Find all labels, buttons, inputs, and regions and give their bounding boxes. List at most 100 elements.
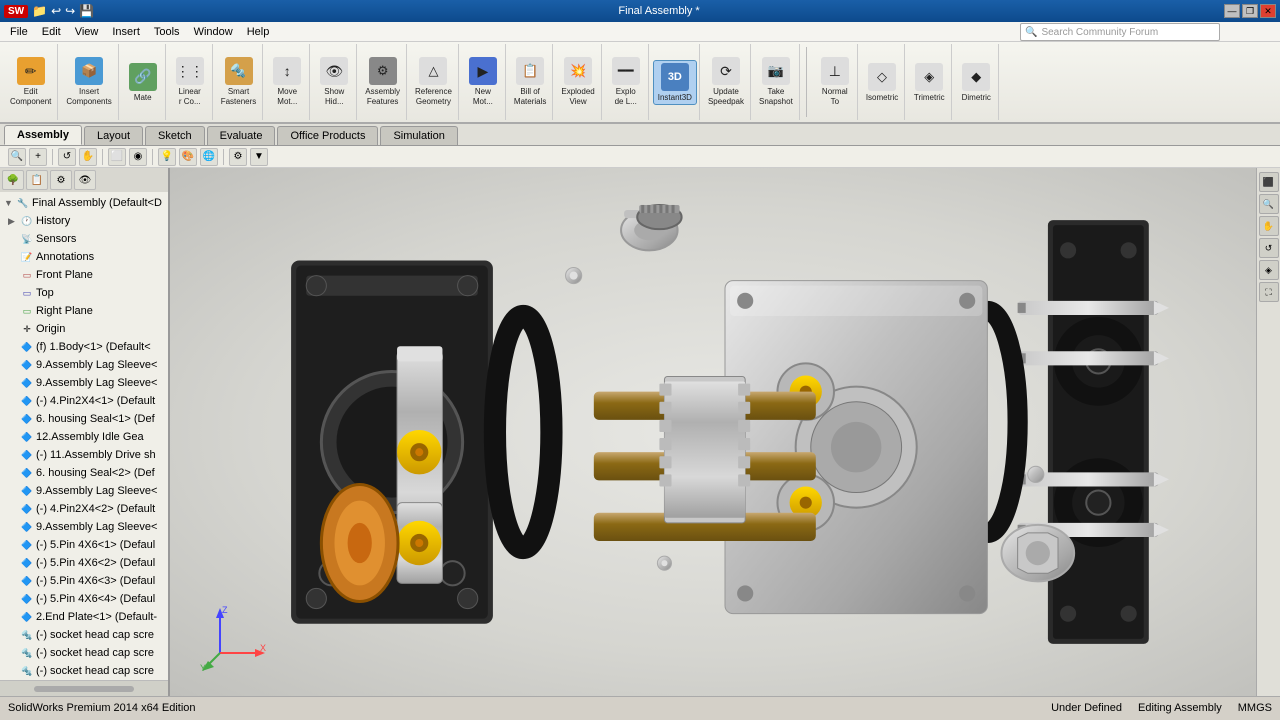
viewport[interactable]: Z X Y ⬛ 🔍 ✋ ↺ ◈ ⛶ [170,168,1280,696]
tree-item-body1[interactable]: 🔷 (f) 1.Body<1> (Default< [0,338,168,356]
panel-tab-props[interactable]: 📋 [26,170,48,190]
view-settings-button[interactable]: ⚙ [229,148,247,166]
tree-item-pin4x6-1[interactable]: 🔷 (-) 5.Pin 4X6<1> (Defaul [0,536,168,554]
tree-item-housing1[interactable]: 🔷 6. housing Seal<1> (Def [0,410,168,428]
linear-pattern-button[interactable]: ⋮⋮ Linearr Co... [170,55,210,108]
scene-button[interactable]: 🌐 [200,148,218,166]
tree-root[interactable]: ▼ 🔧 Final Assembly (Default<D [0,194,168,212]
feature-tree[interactable]: ▼ 🔧 Final Assembly (Default<D ▶ 🕐 Histor… [0,192,168,680]
tree-item-pin4x6-2[interactable]: 🔷 (-) 5.Pin 4X6<2> (Defaul [0,554,168,572]
dimetric-button[interactable]: ◆ Dimetric [956,61,996,104]
tree-item-history[interactable]: ▶ 🕐 History [0,212,168,230]
move-component-button[interactable]: ↕ MoveMot... [267,55,307,108]
explode-line-button[interactable]: ━━ Explode L... [606,55,646,108]
tree-item-pin2[interactable]: 🔷 (-) 4.Pin2X4<2> (Default [0,500,168,518]
take-snapshot-button[interactable]: 📷 TakeSnapshot [755,55,797,108]
insert-components-button[interactable]: 📦 InsertComponents [62,55,115,108]
tree-item-pin4x6-3[interactable]: 🔷 (-) 5.Pin 4X6<3> (Defaul [0,572,168,590]
tab-assembly[interactable]: Assembly [4,125,82,145]
new-motion-button[interactable]: ▶ NewMot... [463,55,503,108]
rotate-mini-button[interactable]: ↺ [1259,238,1279,258]
tree-item-right-plane[interactable]: ▭ Right Plane [0,302,168,320]
annotations-expand-icon [8,252,18,262]
quick-access-icon[interactable]: 📁 [32,4,47,18]
tree-item-lag1[interactable]: 🔷 9.Assembly Lag Sleeve< [0,356,168,374]
menu-insert[interactable]: Insert [106,24,146,40]
view-more-button[interactable]: ▼ [250,148,268,166]
restore-button[interactable]: ❐ [1242,4,1258,18]
tree-item-socket3[interactable]: 🔩 (-) socket head cap scre [0,662,168,680]
search-bar[interactable]: 🔍 Search Community Forum [1020,23,1220,41]
menu-view[interactable]: View [69,24,105,40]
instant3d-button[interactable]: 3D Instant3D [653,60,697,105]
undo-icon[interactable]: ↩ [51,4,61,18]
panel-tab-tree[interactable]: 🌳 [2,170,24,190]
isometric-button[interactable]: ◇ Isometric [862,61,902,104]
tab-sketch[interactable]: Sketch [145,126,205,145]
tree-item-end-plate[interactable]: 🔷 2.End Plate<1> (Default- [0,608,168,626]
panel-tab-display[interactable]: 👁 [74,170,96,190]
ribbon-separator [806,47,807,117]
smart-fasteners-button[interactable]: 🔩 SmartFasteners [217,55,261,108]
zoom-to-fit-button[interactable]: 🔍 [8,148,26,166]
edit-component-button[interactable]: ✏ EditComponent [6,55,55,108]
exploded-view-button[interactable]: 💥 ExplodedView [557,55,598,108]
assembly-svg [170,168,1280,696]
full-screen-button[interactable]: ⛶ [1259,282,1279,302]
normal-to-button[interactable]: ⊥ NormalTo [815,55,855,108]
tab-simulation[interactable]: Simulation [380,126,457,145]
menu-help[interactable]: Help [241,24,276,40]
reference-geometry-button[interactable]: △ ReferenceGeometry [411,55,456,108]
show-hide-button[interactable]: 👁 ShowHid... [314,55,354,108]
tab-layout[interactable]: Layout [84,126,143,145]
update-speedpak-button[interactable]: ⟳ UpdateSpeedpak [704,55,748,108]
trimetric-button[interactable]: ◈ Trimetric [909,61,949,104]
appearances-button[interactable]: 🎨 [179,148,197,166]
tree-item-socket1[interactable]: 🔩 (-) socket head cap scre [0,626,168,644]
lag1-label: 9.Assembly Lag Sleeve< [36,359,157,371]
menu-window[interactable]: Window [188,24,239,40]
minimize-button[interactable]: — [1224,4,1240,18]
tree-item-lag2[interactable]: 🔷 9.Assembly Lag Sleeve< [0,374,168,392]
tree-item-socket2[interactable]: 🔩 (-) socket head cap scre [0,644,168,662]
bill-materials-button[interactable]: 📋 Bill ofMaterials [510,55,550,108]
svg-text:Y: Y [200,663,206,673]
assembly-3d-view[interactable]: Z X Y [170,168,1280,696]
panel-tab-config[interactable]: ⚙ [50,170,72,190]
pin4x6-1-label: (-) 5.Pin 4X6<1> (Defaul [36,539,155,551]
tree-item-idle-gear[interactable]: 🔷 12.Assembly Idle Gea [0,428,168,446]
close-button[interactable]: ✕ [1260,4,1276,18]
tree-item-housing2[interactable]: 🔷 6. housing Seal<2> (Def [0,464,168,482]
tree-item-sensors[interactable]: 📡 Sensors [0,230,168,248]
menu-edit[interactable]: Edit [36,24,67,40]
menu-file[interactable]: File [4,24,34,40]
tree-item-drive-sh[interactable]: 🔷 (-) 11.Assembly Drive sh [0,446,168,464]
tab-evaluate[interactable]: Evaluate [207,126,276,145]
redo-icon[interactable]: ↪ [65,4,75,18]
tree-item-front-plane[interactable]: ▭ Front Plane [0,266,168,284]
tree-item-top-plane[interactable]: ▭ Top [0,284,168,302]
tree-item-lag4[interactable]: 🔷 9.Assembly Lag Sleeve< [0,518,168,536]
view-cube-button[interactable]: ⬛ [1259,172,1279,192]
section-view-button[interactable]: ◉ [129,148,147,166]
display-style-button[interactable]: ⬜ [108,148,126,166]
tree-scrollbar[interactable] [34,686,135,692]
save-icon[interactable]: 💾 [79,4,94,18]
pan-mini-button[interactable]: ✋ [1259,216,1279,236]
tree-item-lag3[interactable]: 🔷 9.Assembly Lag Sleeve< [0,482,168,500]
zoom-button[interactable]: 🔍 [1259,194,1279,214]
perspective-button[interactable]: ◈ [1259,260,1279,280]
rotate-view-button[interactable]: ↺ [58,148,76,166]
mate-button[interactable]: 🔗 Mate [123,61,163,104]
tree-item-origin[interactable]: ✛ Origin [0,320,168,338]
tab-office-products[interactable]: Office Products [277,126,378,145]
menu-tools[interactable]: Tools [148,24,186,40]
tree-item-pin4x6-4[interactable]: 🔷 (-) 5.Pin 4X6<4> (Defaul [0,590,168,608]
lights-button[interactable]: 💡 [158,148,176,166]
tree-item-pin1[interactable]: 🔷 (-) 4.Pin2X4<1> (Default [0,392,168,410]
assembly-features-button[interactable]: ⚙ AssemblyFeatures [361,55,404,108]
trimetric-icon: ◈ [915,63,943,91]
pan-button[interactable]: ✋ [79,148,97,166]
zoom-in-button[interactable]: + [29,148,47,166]
tree-item-annotations[interactable]: 📝 Annotations [0,248,168,266]
